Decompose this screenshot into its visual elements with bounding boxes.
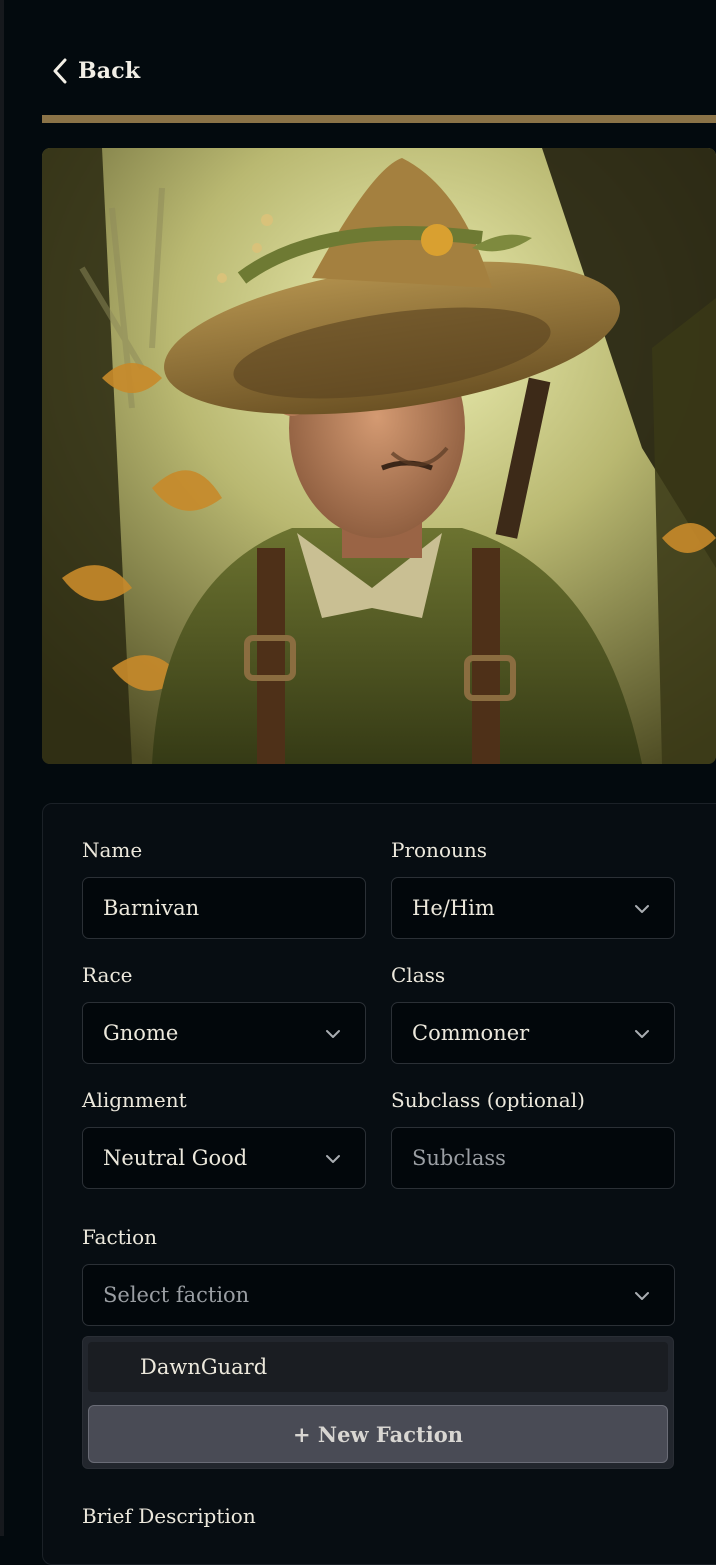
pronouns-select[interactable]: He/Him bbox=[391, 877, 675, 939]
character-portrait bbox=[42, 148, 716, 764]
chevron-down-icon bbox=[635, 1030, 649, 1038]
pronouns-value: He/Him bbox=[412, 896, 495, 920]
race-value: Gnome bbox=[103, 1021, 179, 1045]
alignment-label: Alignment bbox=[82, 1088, 187, 1112]
chevron-down-icon bbox=[635, 905, 649, 913]
class-value: Commoner bbox=[412, 1021, 530, 1045]
chevron-down-icon bbox=[326, 1030, 340, 1038]
header-divider bbox=[42, 115, 716, 123]
faction-dropdown-menu: DawnGuard + New Faction bbox=[82, 1336, 674, 1469]
race-label: Race bbox=[82, 963, 133, 987]
window-edge bbox=[0, 0, 4, 1536]
back-button[interactable]: Back bbox=[52, 57, 140, 85]
faction-option-dawnguard[interactable]: DawnGuard bbox=[88, 1342, 668, 1392]
faction-label: Faction bbox=[82, 1225, 157, 1249]
chevron-left-icon bbox=[53, 58, 67, 84]
name-label: Name bbox=[82, 838, 143, 862]
class-select[interactable]: Commoner bbox=[391, 1002, 675, 1064]
alignment-select[interactable]: Neutral Good bbox=[82, 1127, 366, 1189]
chevron-down-icon bbox=[635, 1292, 649, 1300]
name-field[interactable]: Barnivan bbox=[82, 877, 366, 939]
faction-option-label: DawnGuard bbox=[140, 1355, 268, 1379]
class-label: Class bbox=[391, 963, 446, 987]
name-value: Barnivan bbox=[103, 896, 200, 920]
faction-select[interactable]: Select faction bbox=[82, 1264, 675, 1326]
subclass-label: Subclass (optional) bbox=[391, 1088, 585, 1112]
race-select[interactable]: Gnome bbox=[82, 1002, 366, 1064]
chevron-down-icon bbox=[326, 1155, 340, 1163]
new-faction-label: + New Faction bbox=[293, 1421, 463, 1447]
brief-description-label: Brief Description bbox=[82, 1504, 256, 1528]
pronouns-label: Pronouns bbox=[391, 838, 488, 862]
subclass-input[interactable]: Subclass bbox=[391, 1127, 675, 1189]
new-faction-button[interactable]: + New Faction bbox=[88, 1405, 668, 1463]
subclass-placeholder: Subclass bbox=[412, 1146, 506, 1170]
alignment-value: Neutral Good bbox=[103, 1146, 248, 1170]
faction-placeholder: Select faction bbox=[103, 1283, 250, 1307]
back-label: Back bbox=[78, 58, 141, 84]
